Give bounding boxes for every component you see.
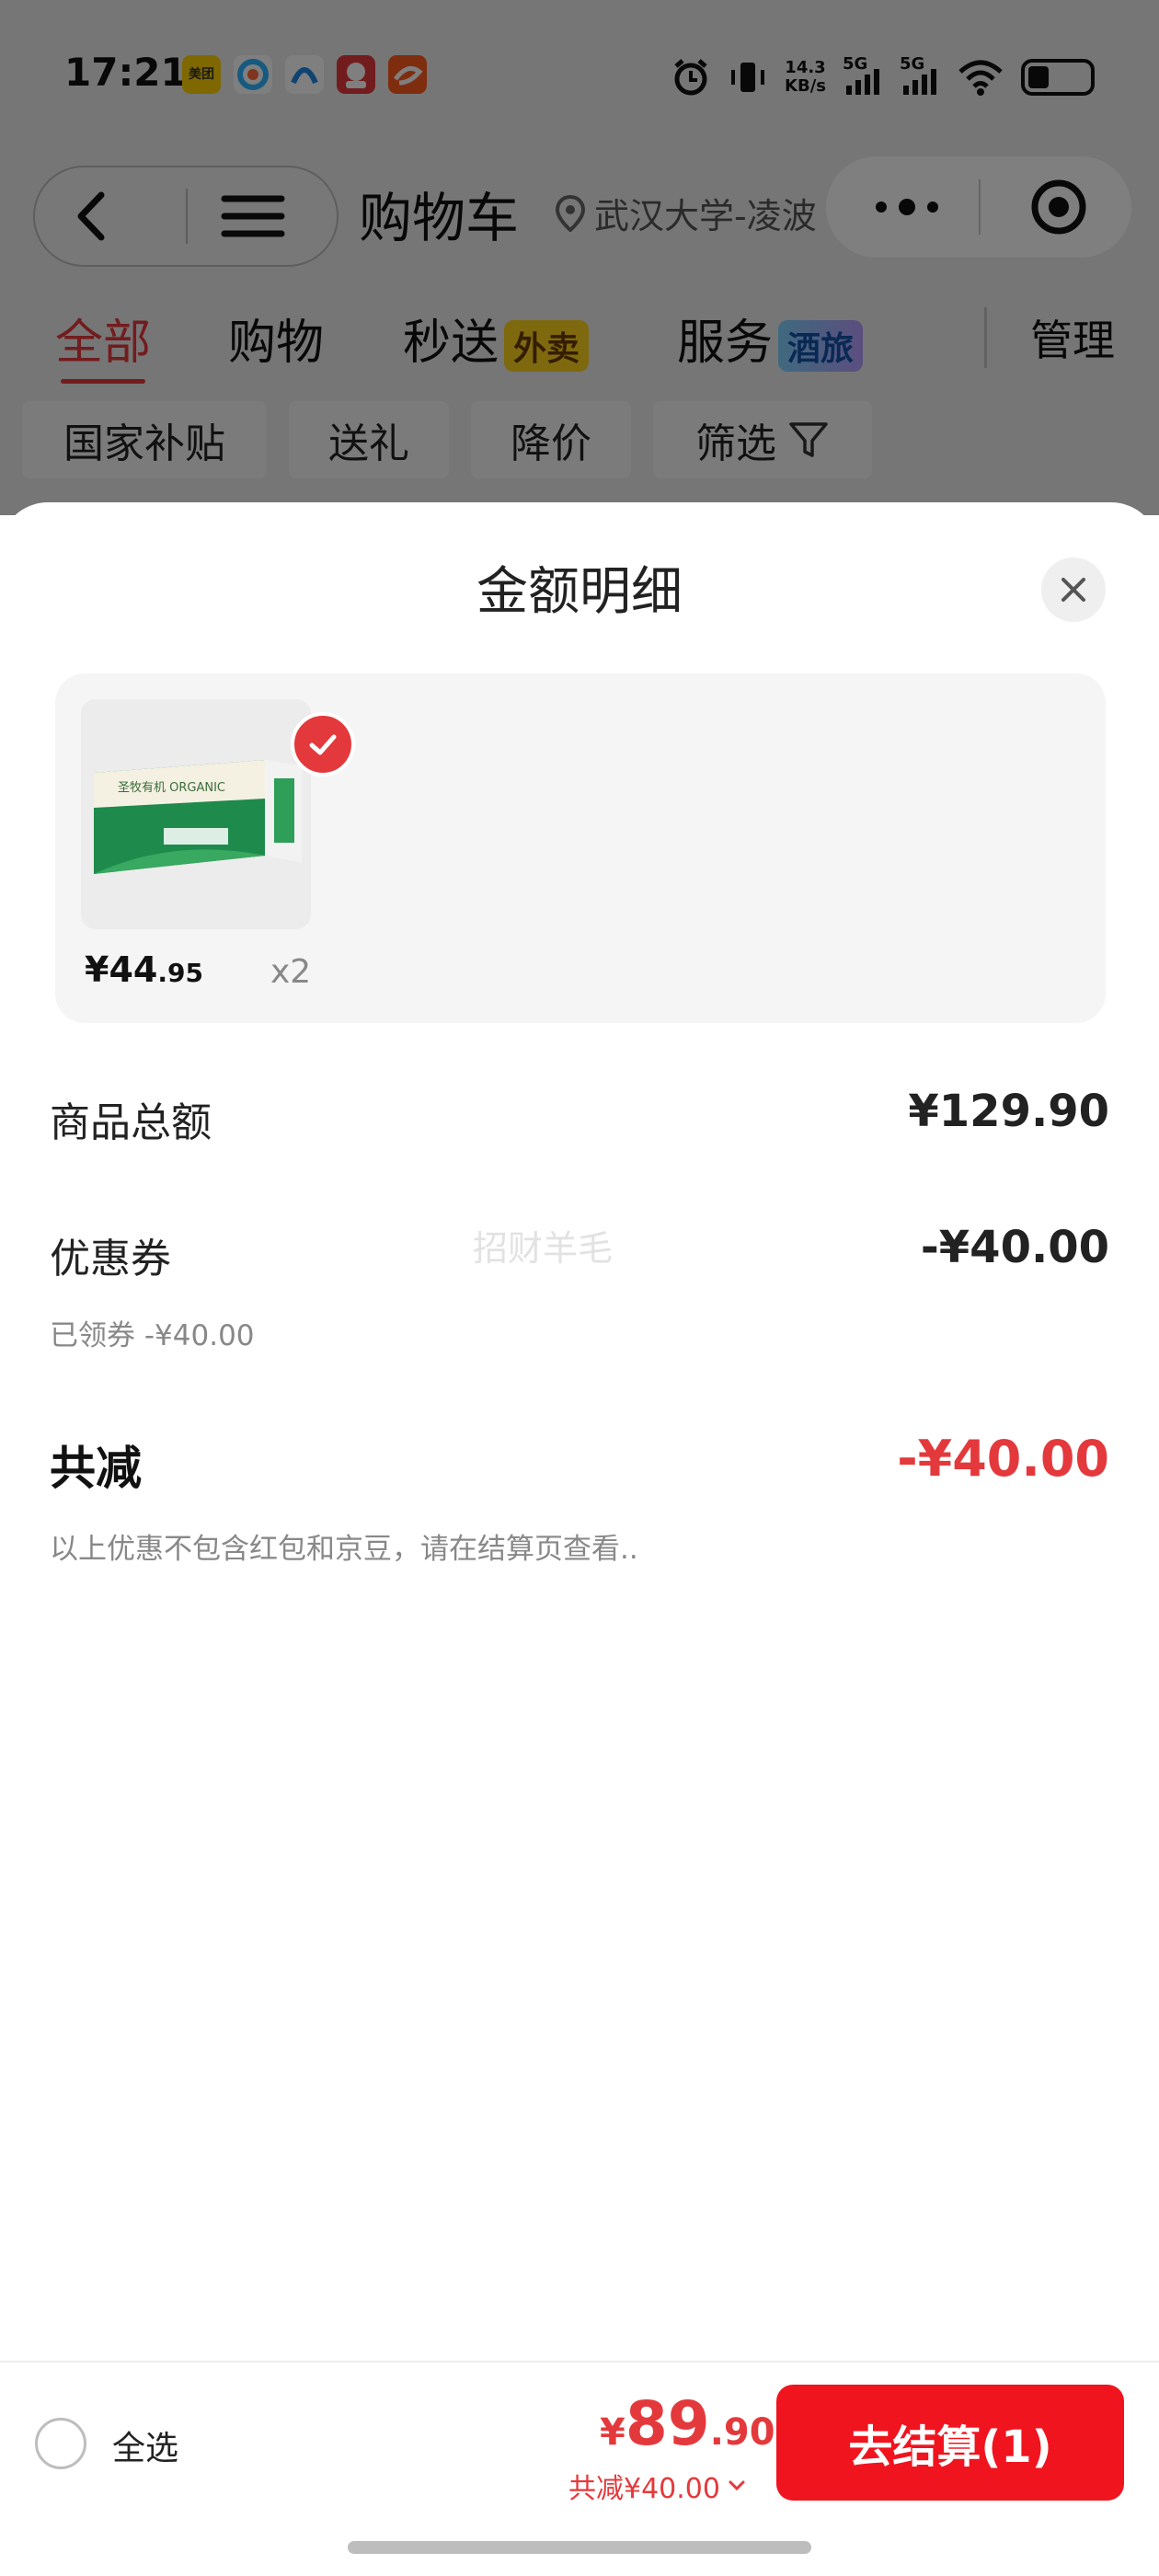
more-dots-icon [876, 199, 938, 215]
product-image[interactable]: 圣牧有机 ORGANIC [81, 699, 311, 929]
saved-amount-toggle[interactable]: 共减¥40.00 [568, 2466, 748, 2506]
signal-icon: 5G [843, 54, 883, 100]
status-time: 17:21 [64, 50, 188, 95]
tab-shopping[interactable]: 购物 [228, 304, 324, 373]
status-bar: 17:21 美团 14.3 KB/s 5G 5G [0, 37, 1159, 120]
net-speed: 14.3 KB/s [785, 58, 826, 96]
hamburger-menu-icon [221, 195, 285, 237]
takeout-badge: 外卖 [504, 320, 590, 372]
jd-icon [337, 55, 375, 94]
close-button[interactable] [1041, 558, 1106, 622]
home-indicator [348, 2541, 811, 2554]
more-button[interactable] [870, 193, 944, 224]
chevron-left-icon [77, 191, 105, 241]
tab-all[interactable]: 全部 [55, 304, 151, 384]
payable-price: ¥89.90 [600, 2388, 775, 2459]
milk-box-image: 圣牧有机 ORGANIC [81, 699, 311, 929]
capsule-divider [979, 179, 981, 235]
coupon-label: 优惠券 [50, 1236, 171, 1282]
amount-detail-sheet: 金额明细 圣牧有机 ORGANIC ¥44.95 x2 商品总额 ¥129.90… [0, 502, 1159, 2361]
mini-program-capsule [826, 156, 1131, 258]
coupon-note: 已领券 -¥40.00 [50, 1319, 255, 1352]
location-pin-icon [556, 194, 585, 232]
discount-disclaimer: 以上优惠不包含红包和京豆，请在结算页查看.. [50, 1533, 638, 1566]
tab-service[interactable]: 服务 酒旅 [677, 304, 864, 373]
target-icon [1031, 179, 1086, 235]
close-mini-program-button[interactable] [1028, 177, 1089, 241]
product-price: ¥44.95 [85, 949, 203, 990]
status-indicators: 14.3 KB/s 5G 5G [671, 50, 1095, 105]
wifi-icon [958, 60, 1003, 96]
coupon-value: -¥40.00 [920, 1222, 1109, 1273]
mini-program-nav: 购物车 武汉大学-凌波 [0, 156, 1159, 276]
meituan-icon: 美团 [182, 55, 221, 94]
checkout-bar: 全选 ¥89.90 共减¥40.00 去结算(1) [0, 2361, 1159, 2576]
filter-chips: 国家补贴 送礼 降价 筛选 [0, 401, 1159, 478]
selected-check-icon[interactable] [291, 712, 355, 776]
watermark-text: 招财羊毛 [473, 1228, 614, 1269]
app-icon-5 [388, 55, 427, 94]
nav-divider [186, 189, 188, 244]
saved-amount-text: 共减¥40.00 [568, 2473, 720, 2505]
tab-express[interactable]: 秒送 外卖 [403, 304, 590, 373]
vibrate-icon [731, 63, 765, 92]
sheet-title: 金额明细 [476, 562, 683, 622]
tabs-divider [984, 307, 987, 368]
chip-gift[interactable]: 送礼 [289, 401, 449, 478]
total-discount-value: -¥40.00 [897, 1430, 1109, 1488]
select-all-checkbox[interactable] [35, 2418, 86, 2469]
back-button[interactable] [55, 184, 129, 248]
total-discount-label: 共减 [50, 1442, 142, 1495]
goods-total-label: 商品总额 [50, 1099, 212, 1146]
page-title: 购物车 [359, 187, 520, 249]
goods-total-value: ¥129.90 [908, 1086, 1109, 1137]
chip-price-drop[interactable]: 降价 [471, 401, 631, 478]
hotel-badge: 酒旅 [778, 320, 864, 372]
app-icon-3 [285, 55, 324, 94]
menu-button[interactable] [212, 184, 294, 248]
checkout-button[interactable]: 去结算(1) [776, 2385, 1124, 2501]
product-card: 圣牧有机 ORGANIC ¥44.95 x2 [55, 673, 1106, 1023]
manage-button[interactable]: 管理 [1030, 307, 1115, 368]
product-quantity: x2 [270, 953, 312, 991]
location-selector[interactable]: 武汉大学-凌波 [556, 188, 817, 238]
location-text: 武汉大学-凌波 [594, 196, 817, 236]
battery-icon [1021, 59, 1095, 96]
app-icon-2 [234, 55, 272, 94]
svg-text:圣牧有机 ORGANIC: 圣牧有机 ORGANIC [118, 781, 225, 795]
filter-funnel-icon [789, 422, 828, 457]
alarm-icon [674, 59, 707, 96]
signal-icon: 5G [900, 54, 940, 100]
select-all-label[interactable]: 全选 [112, 2421, 178, 2469]
chip-filter[interactable]: 筛选 [653, 401, 872, 478]
chevron-down-icon [729, 2480, 745, 2491]
cart-page-background: 17:21 美团 14.3 KB/s 5G 5G 购物车 武汉大学-凌波 全部 … [0, 0, 1159, 515]
chip-national-subsidy[interactable]: 国家补贴 [22, 401, 267, 478]
close-icon [1061, 578, 1085, 602]
cart-tabs: 全部 购物 秒送 外卖 服务 酒旅 管理 [0, 304, 1159, 384]
